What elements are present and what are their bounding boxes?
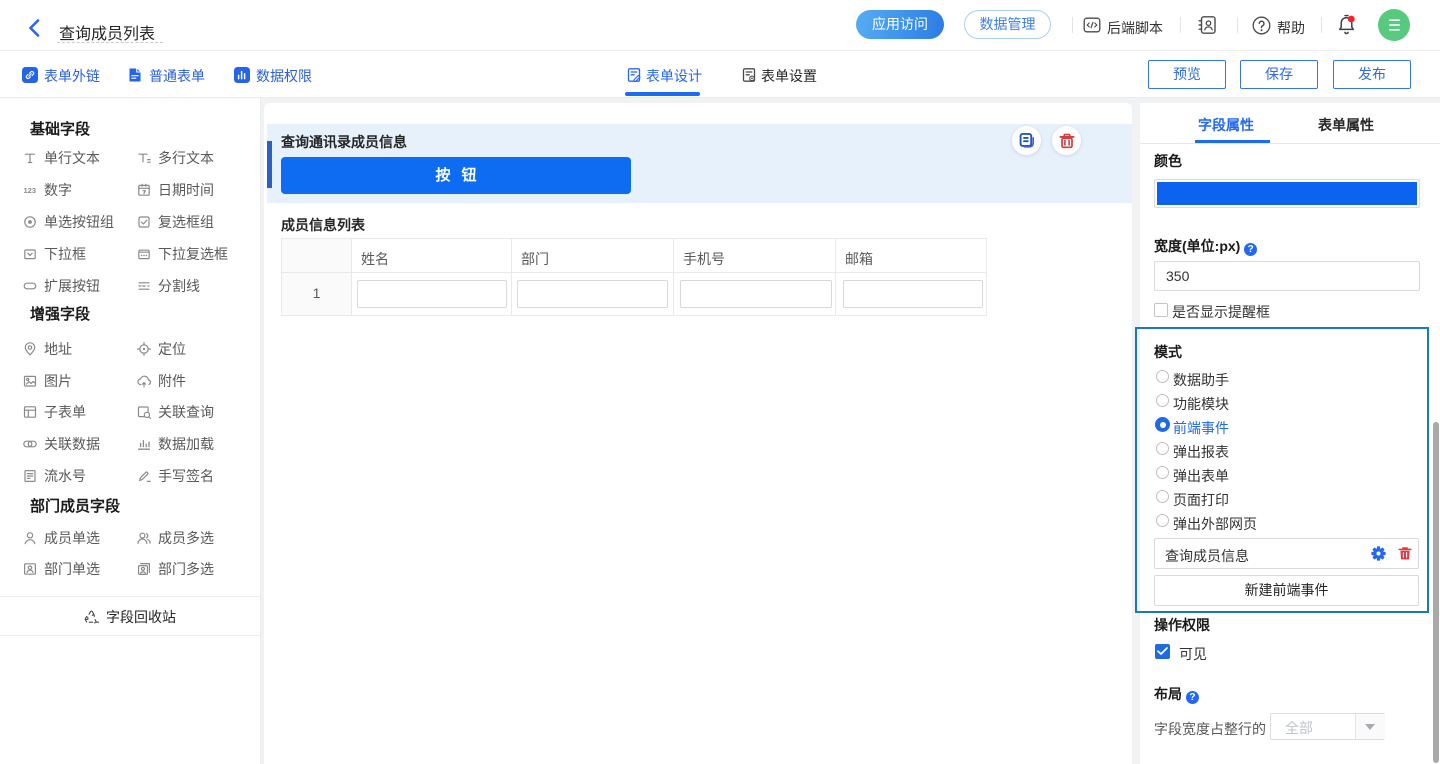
svg-text:123: 123 [24, 186, 37, 195]
